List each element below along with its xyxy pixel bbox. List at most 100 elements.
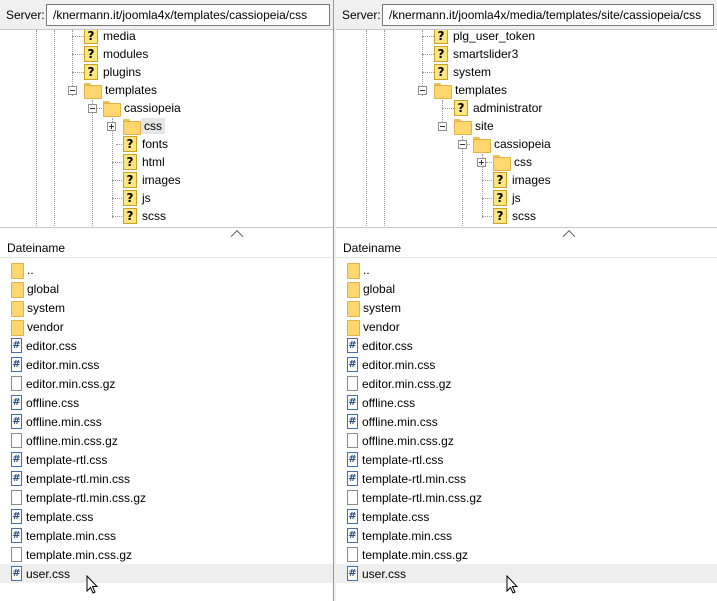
file-row[interactable]: # editor.css <box>0 336 333 355</box>
tree-item[interactable]: ? modules <box>84 45 151 63</box>
unknown-folder-icon: ? <box>493 172 507 188</box>
file-row[interactable]: # template.min.css <box>336 526 717 545</box>
file-icon <box>11 376 22 391</box>
file-row[interactable]: global <box>0 279 333 298</box>
file-row[interactable]: # offline.css <box>0 393 333 412</box>
file-row[interactable]: # offline.min.css <box>336 412 717 431</box>
tree-item[interactable]: ? scss <box>493 207 539 225</box>
tree-item[interactable]: cassiopeia <box>103 99 184 117</box>
column-header-filename[interactable]: Dateiname <box>0 238 333 258</box>
file-row[interactable]: editor.min.css.gz <box>0 374 333 393</box>
css-file-icon: # <box>11 471 22 486</box>
file-icon <box>347 376 358 391</box>
unknown-folder-icon: ? <box>84 30 98 44</box>
local-remote-pane-left: Server: /knermann.it/joomla4x/templates/… <box>0 0 334 601</box>
file-row[interactable]: vendor <box>336 317 717 336</box>
column-header-filename[interactable]: Dateiname <box>336 238 717 258</box>
file-row[interactable]: # offline.css <box>336 393 717 412</box>
css-file-icon: # <box>347 395 358 410</box>
sort-up-icon[interactable] <box>564 230 574 236</box>
folder-icon <box>434 83 452 99</box>
file-row[interactable]: system <box>336 298 717 317</box>
tree-item[interactable]: templates <box>84 81 160 99</box>
expand-toggle[interactable] <box>107 122 116 131</box>
file-name: offline.css <box>362 395 416 410</box>
file-row[interactable]: # editor.min.css <box>0 355 333 374</box>
css-file-icon: # <box>11 338 22 353</box>
tree-item[interactable]: cassiopeia <box>473 135 554 153</box>
tree-item[interactable]: ? administrator <box>454 99 545 117</box>
file-row[interactable]: template-rtl.min.css.gz <box>336 488 717 507</box>
file-icon <box>347 490 358 505</box>
server-path-input[interactable]: /knermann.it/joomla4x/media/templates/si… <box>382 4 714 26</box>
folder-icon <box>454 119 472 135</box>
file-name: template.css <box>26 509 94 524</box>
tree-item[interactable]: ? media <box>84 30 139 45</box>
file-icon <box>11 547 22 562</box>
file-row[interactable]: # editor.min.css <box>336 355 717 374</box>
tree-item-selected[interactable]: css <box>123 117 165 135</box>
file-row[interactable]: offline.min.css.gz <box>0 431 333 450</box>
collapse-toggle[interactable] <box>88 104 97 113</box>
file-row[interactable]: .. <box>0 260 333 279</box>
unknown-folder-icon: ? <box>454 100 468 116</box>
file-icon <box>347 547 358 562</box>
tree-item[interactable]: ? fonts <box>123 135 171 153</box>
server-path-input[interactable]: /knermann.it/joomla4x/templates/cassiope… <box>46 4 330 26</box>
directory-tree[interactable]: ? media ? modules ? plugins templates cassi… <box>0 30 333 228</box>
folder-icon <box>347 319 360 336</box>
tree-item[interactable]: ? images <box>123 171 184 189</box>
tree-item[interactable]: ? system <box>434 63 494 81</box>
file-row[interactable]: # offline.min.css <box>0 412 333 431</box>
sort-up-icon[interactable] <box>232 230 242 236</box>
file-row[interactable]: # template.css <box>0 507 333 526</box>
tree-item[interactable]: ? js <box>493 189 524 207</box>
unknown-folder-icon: ? <box>84 64 98 80</box>
collapse-toggle[interactable] <box>68 86 77 95</box>
css-file-icon: # <box>347 509 358 524</box>
tree-item[interactable]: ? html <box>123 153 168 171</box>
collapse-toggle[interactable] <box>418 86 427 95</box>
tree-item[interactable]: ? images <box>493 171 554 189</box>
tree-item[interactable]: site <box>454 117 497 135</box>
file-row[interactable]: global <box>336 279 717 298</box>
collapse-toggle[interactable] <box>458 140 467 149</box>
file-row[interactable]: editor.min.css.gz <box>336 374 717 393</box>
collapse-toggle[interactable] <box>438 122 447 131</box>
unknown-folder-icon: ? <box>434 30 448 44</box>
tree-item[interactable]: ? smartslider3 <box>434 45 521 63</box>
folder-icon <box>493 155 511 171</box>
file-row[interactable]: # user.css <box>0 564 333 583</box>
file-row[interactable]: template-rtl.min.css.gz <box>0 488 333 507</box>
expand-toggle[interactable] <box>477 158 486 167</box>
file-row[interactable]: # user.css <box>336 564 717 583</box>
file-row[interactable]: .. <box>336 260 717 279</box>
tree-item[interactable]: css <box>493 153 535 171</box>
directory-tree[interactable]: ? plg_user_token ? smartslider3 ? system te… <box>336 30 717 228</box>
file-row[interactable]: # editor.css <box>336 336 717 355</box>
tree-item[interactable]: ? js <box>123 189 154 207</box>
tree-item[interactable]: ? scss <box>123 207 169 225</box>
file-row[interactable]: system <box>0 298 333 317</box>
tree-item[interactable]: ? plugins <box>84 63 144 81</box>
file-name: offline.css <box>26 395 80 410</box>
file-row[interactable]: # template-rtl.min.css <box>336 469 717 488</box>
file-row[interactable]: # template-rtl.css <box>0 450 333 469</box>
mouse-pointer-icon <box>86 575 99 594</box>
file-name: editor.css <box>362 338 413 353</box>
file-row[interactable]: # template.css <box>336 507 717 526</box>
file-row[interactable]: offline.min.css.gz <box>336 431 717 450</box>
file-row[interactable]: # template-rtl.min.css <box>0 469 333 488</box>
file-name: template-rtl.min.css <box>362 471 467 486</box>
file-row[interactable]: # template.min.css <box>0 526 333 545</box>
file-row[interactable]: template.min.css.gz <box>0 545 333 564</box>
tree-item[interactable]: templates <box>434 81 510 99</box>
file-row[interactable]: # template-rtl.css <box>336 450 717 469</box>
unknown-folder-icon: ? <box>123 208 137 224</box>
tree-item[interactable]: ? plg_user_token <box>434 30 538 45</box>
file-row[interactable]: vendor <box>0 317 333 336</box>
file-row[interactable]: template.min.css.gz <box>336 545 717 564</box>
file-name: offline.min.css.gz <box>362 433 454 448</box>
server-label: Server: <box>342 8 381 22</box>
folder-icon <box>84 83 102 99</box>
